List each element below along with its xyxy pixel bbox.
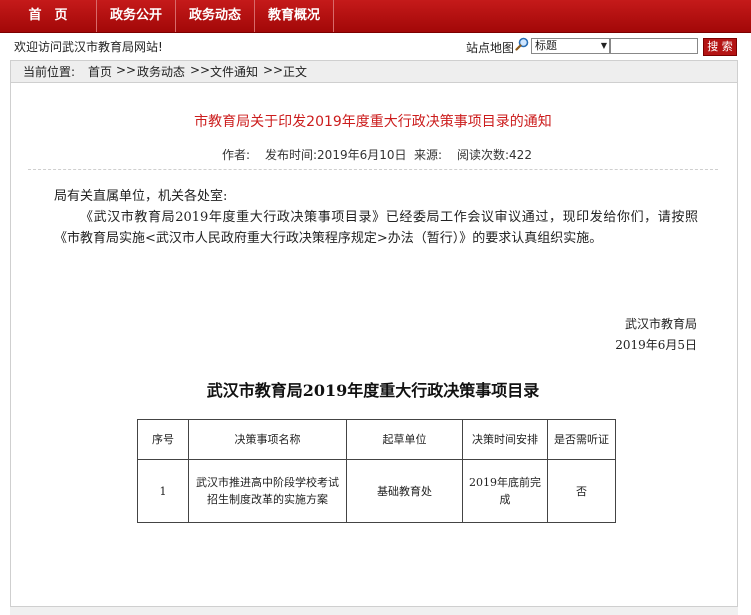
main-nav: 首 页 政务公开 政务动态 教育概况 [0,0,751,33]
search-button[interactable]: 搜 索 [703,38,737,56]
breadcrumb-separator: >> [190,63,211,77]
article-publish-time: 发布时间:2019年6月10日 [265,148,407,162]
table-cell: 武汉市推进高中阶段学校考试招生制度改革的实施方案 [188,459,347,523]
search-input[interactable] [610,38,698,54]
table-header-cell: 决策事项名称 [188,419,347,460]
table-header-cell: 序号 [137,419,189,460]
signature-date: 2019年6月5日 [615,338,697,352]
sitemap-link[interactable]: 站点地图 [466,39,514,56]
page: 首 页 政务公开 政务动态 教育概况 欢迎访问武汉市教育局网站! 站点地图 标题… [0,0,751,615]
breadcrumb-item-notices[interactable]: 文件通知 [210,63,258,80]
breadcrumb: 当前位置: 首页 >> 政务动态 >> 文件通知 >> 正文 [10,60,738,83]
decision-list-title: 武汉市教育局2019年度重大行政决策事项目录 [206,381,540,400]
table-cell: 2019年底前完成 [462,459,548,523]
nav-item-home[interactable]: 首 页 [0,0,97,32]
article-source: 来源: [414,148,443,162]
title-divider [28,169,718,170]
breadcrumb-separator: >> [263,63,284,77]
breadcrumb-item-current: 正文 [283,65,308,79]
table-cell: 基础教育处 [346,459,463,523]
nav-item-gov-news[interactable]: 政务动态 [176,0,255,32]
table-cell: 否 [547,459,616,523]
magnifier-icon [515,37,529,51]
breadcrumb-item-gov-news[interactable]: 政务动态 [137,63,185,80]
table-row: 1 武汉市推进高中阶段学校考试招生制度改革的实施方案 基础教育处 2019年底前… [137,459,616,523]
welcome-text: 欢迎访问武汉市教育局网站! [14,40,163,54]
top-bar: 欢迎访问武汉市教育局网站! 站点地图 标题 ▼ 搜 索 [0,33,751,59]
table-header-cell: 决策时间安排 [462,419,548,460]
article-paragraph: 《武汉市教育局2019年度重大行政决策事项目录》已经委局工作会议审议通过，现印发… [54,210,698,246]
nav-item-gov-affairs[interactable]: 政务公开 [97,0,176,32]
table-header-cell: 起草单位 [346,419,463,460]
article-body: 局有关直属单位，机关各处室: 《武汉市教育局2019年度重大行政决策事项目录》已… [54,186,698,249]
chevron-down-icon: ▼ [600,41,607,50]
table-cell: 1 [137,459,189,523]
breadcrumb-separator: >> [116,63,137,77]
nav-item-education-overview[interactable]: 教育概况 [255,0,334,32]
search-field-select[interactable]: 标题 ▼ [531,38,610,54]
breadcrumb-label: 当前位置: [23,65,76,79]
table-header-row: 序号 决策事项名称 起草单位 决策时间安排 是否需听证 [137,419,616,460]
article-title: 市教育局关于印发2019年度重大行政决策事项目录的通知 [194,114,552,130]
decision-table: 序号 决策事项名称 起草单位 决策时间安排 是否需听证 1 武汉市推进高中阶段学… [137,419,616,523]
article-salutation: 局有关直属单位，机关各处室: [54,189,228,204]
signature-org: 武汉市教育局 [624,317,697,331]
article-author: 作者: [222,148,251,162]
search-field-select-value: 标题 [535,39,557,52]
article-read-count: 阅读次数:422 [457,148,532,162]
breadcrumb-item-home[interactable]: 首页 [88,63,112,80]
table-header-cell: 是否需听证 [547,419,616,460]
